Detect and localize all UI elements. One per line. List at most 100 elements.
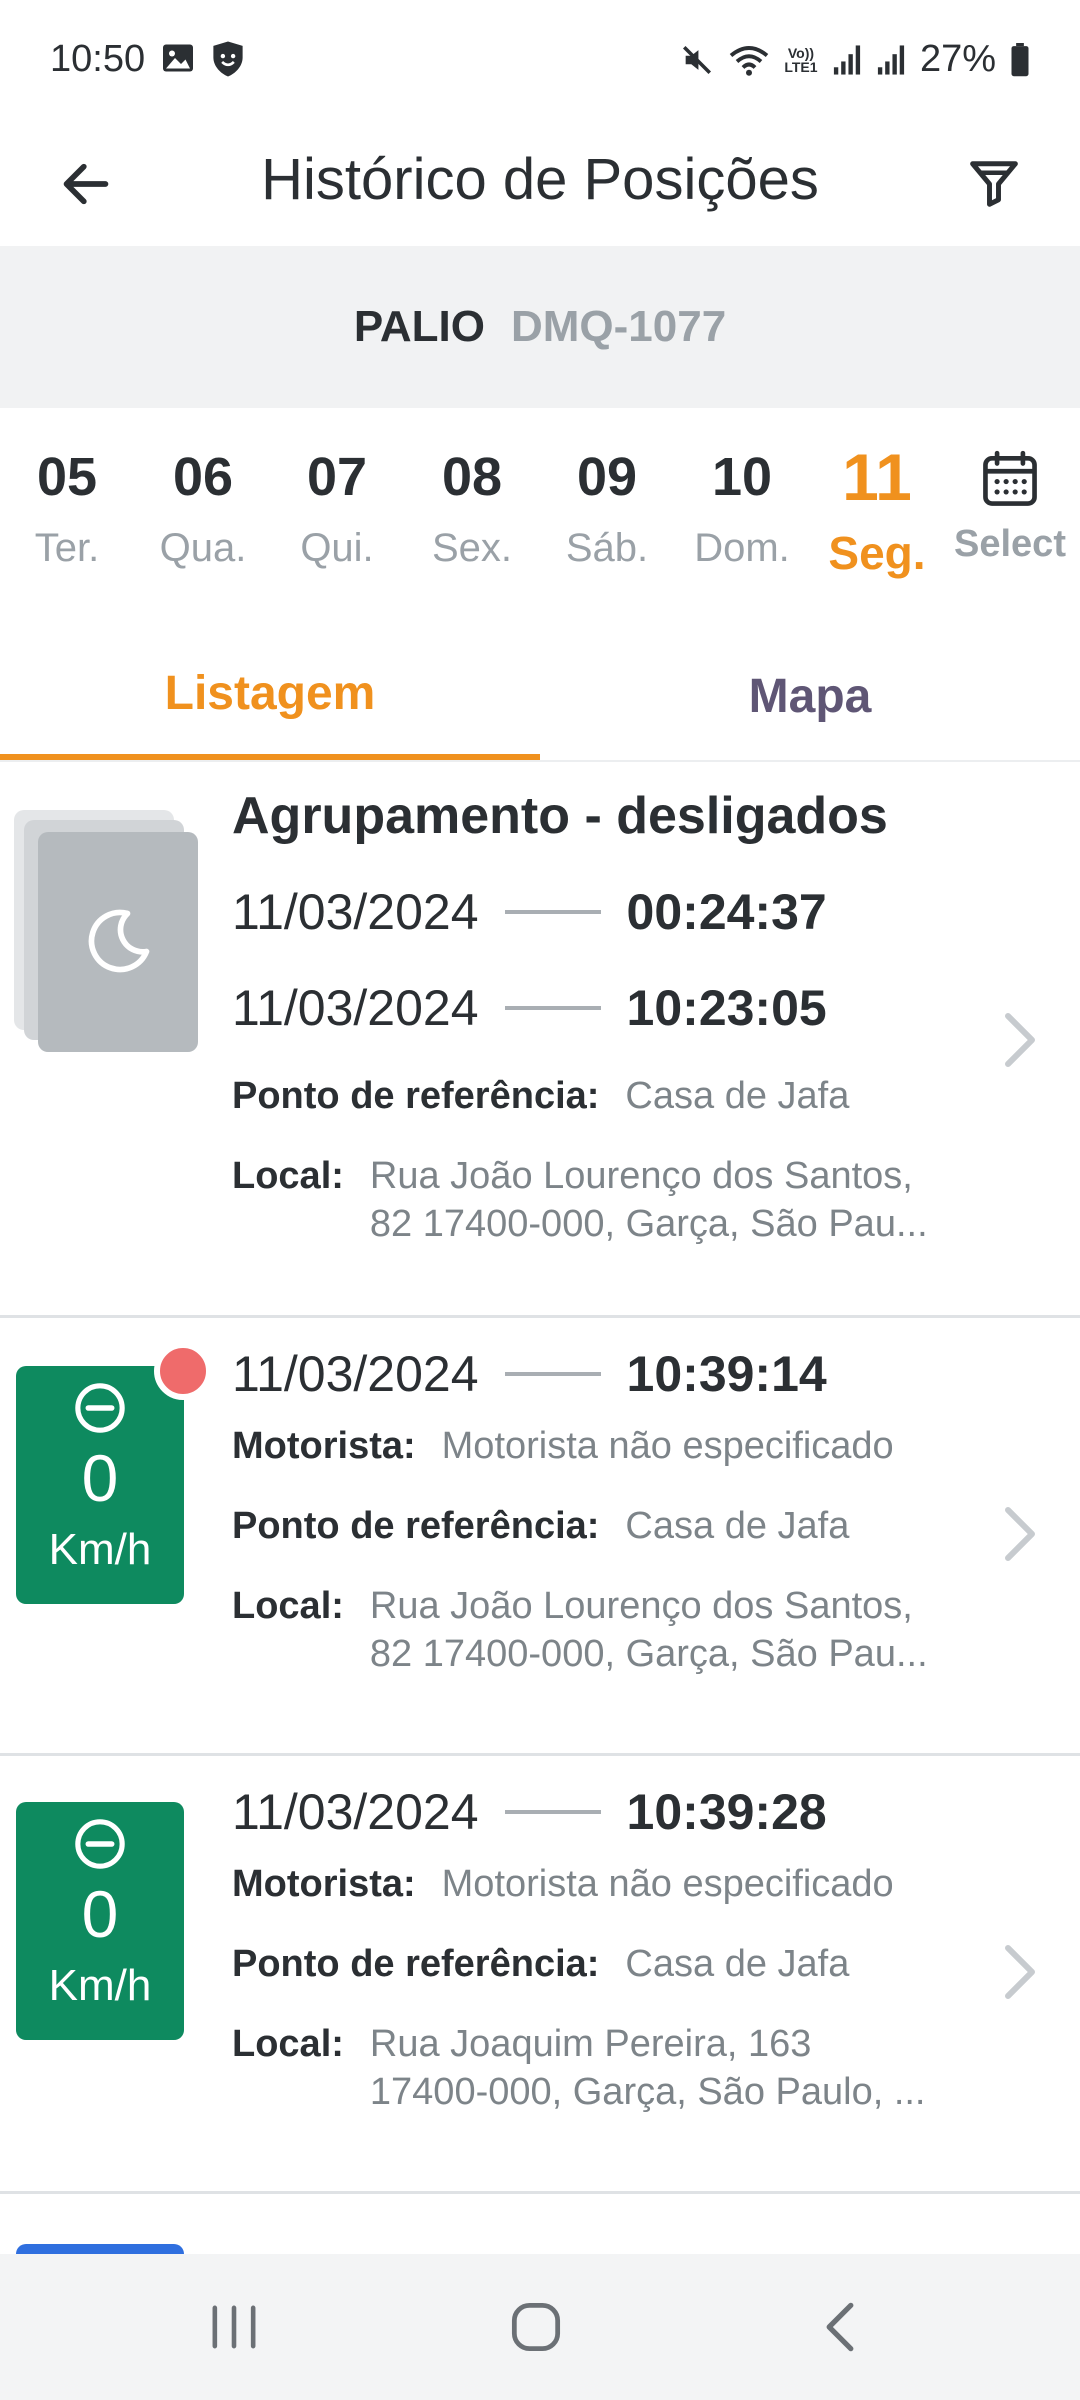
battery-icon [1011, 42, 1029, 76]
start-date: 11/03/2024 [232, 884, 479, 940]
mute-icon [682, 45, 711, 74]
local-line-2: 82 17400-000, Garça, São Pau... [369, 1633, 928, 1675]
position-date: 11/03/2024 [232, 1784, 479, 1840]
minus-circle-icon [75, 1383, 125, 1433]
local-label: Local: [232, 2023, 344, 2065]
local-line-1: Rua João Lourenço dos Santos, [369, 1155, 913, 1197]
speed-unit: Km/h [48, 1525, 152, 1574]
day-06[interactable]: 06 Qua. [138, 450, 268, 571]
local-value: Rua João Lourenço dos Santos, 82 17400-0… [370, 1152, 928, 1248]
recents-icon [212, 2305, 256, 2349]
local-row: Local: Rua João Lourenço dos Santos, 82 … [232, 1152, 1000, 1248]
speed-unit: Km/h [48, 1961, 152, 2010]
reference-row: Ponto de referência: Casa de Jafa [232, 1072, 1000, 1120]
local-line-2: 17400-000, Garça, São Paulo, ... [369, 2071, 926, 2113]
view-tabs: Listagem Mapa [0, 632, 1080, 762]
day-number: 09 [576, 447, 638, 507]
status-time: 10:50 [50, 38, 146, 80]
driver-row: Motorista: Motorista não especificado [232, 1860, 1000, 1908]
home-icon [511, 2302, 561, 2352]
day-number: 10 [711, 447, 773, 507]
speed-badge: 0 Km/h [16, 1366, 184, 1604]
parked-stack-icon [14, 810, 198, 1052]
minus-circle-icon [75, 1819, 125, 1869]
day-05[interactable]: 05 Ter. [2, 450, 132, 571]
end-time: 10:23:05 [626, 980, 827, 1036]
nav-back-button[interactable] [740, 2254, 940, 2400]
select-date-button[interactable]: Select [940, 448, 1080, 566]
chevron-right-icon [1005, 1945, 1035, 1999]
date-divider [504, 1810, 601, 1814]
signal-icon-2 [877, 44, 905, 75]
group-start: 11/03/2024 00:24:37 [232, 864, 1000, 960]
list-item-group[interactable]: Agrupamento - desligados 11/03/2024 00:2… [0, 762, 1080, 1318]
day-weekday: Sex. [431, 526, 513, 570]
volte-icon: Vo)) LTE1 [784, 44, 818, 75]
local-line-1: Rua João Lourenço dos Santos, [369, 1585, 913, 1627]
group-end: 11/03/2024 10:23:05 [232, 960, 1000, 1056]
day-number: 06 [172, 447, 234, 507]
driver-label: Motorista: [232, 1863, 416, 1905]
position-time: 10:39:14 [626, 1346, 827, 1402]
chevron-right-icon [1005, 1507, 1035, 1561]
tab-mapa[interactable]: Mapa [540, 632, 1080, 760]
system-nav-bar [0, 2254, 1080, 2400]
position-datetime: 11/03/2024 10:39:14 [232, 1326, 1000, 1422]
local-row: Local: Rua Joaquim Pereira, 163 17400-00… [232, 2020, 1000, 2116]
driver-label: Motorista: [232, 1425, 416, 1467]
driver-value: Motorista não especificado [441, 1863, 894, 1905]
app-bar: Histórico de Posições [0, 120, 1080, 246]
day-weekday: Qua. [159, 526, 247, 570]
tab-listagem[interactable]: Listagem [0, 632, 540, 760]
driver-value: Motorista não especificado [441, 1425, 894, 1467]
day-08[interactable]: 08 Sex. [407, 450, 537, 571]
vehicle-name: PALIO [353, 302, 485, 351]
day-11-selected[interactable]: 11 Seg. [812, 444, 942, 580]
date-divider [504, 910, 601, 914]
local-label: Local: [232, 1585, 344, 1627]
chevron-right-icon [1005, 1013, 1035, 1067]
reference-row: Ponto de referência: Casa de Jafa [232, 1940, 1000, 1988]
start-time: 00:24:37 [626, 884, 827, 940]
day-number: 07 [306, 447, 368, 507]
day-09[interactable]: 09 Sáb. [542, 450, 672, 571]
page-title: Histórico de Posições [261, 147, 819, 212]
reference-value: Casa de Jafa [625, 1505, 850, 1547]
date-divider [504, 1372, 601, 1376]
filter-icon [970, 161, 1018, 207]
home-button[interactable] [436, 2254, 636, 2400]
list-item-position[interactable]: 0 Km/h 11/03/2024 10:39:28 Motorista: Mo… [0, 1756, 1080, 2194]
day-number: 08 [441, 447, 503, 507]
signal-icon [833, 44, 861, 75]
filter-button[interactable] [944, 134, 1044, 234]
reference-value: Casa de Jafa [625, 1943, 850, 1985]
speed-value: 0 [81, 1877, 119, 1951]
driver-row: Motorista: Motorista não especificado [232, 1422, 1000, 1470]
local-row: Local: Rua João Lourenço dos Santos, 82 … [232, 1582, 1000, 1678]
day-weekday: Dom. [694, 526, 790, 570]
day-weekday: Sáb. [565, 526, 649, 570]
day-weekday: Seg. [828, 527, 926, 579]
reference-row: Ponto de referência: Casa de Jafa [232, 1502, 1000, 1550]
reference-label: Ponto de referência: [232, 1943, 600, 1985]
recents-button[interactable] [134, 2254, 334, 2400]
date-strip: 05 Ter. 06 Qua. 07 Qui. 08 Sex. 09 Sáb. … [0, 430, 1080, 610]
day-07[interactable]: 07 Qui. [272, 450, 402, 571]
local-line-1: Rua Joaquim Pereira, 163 [369, 2023, 812, 2065]
reference-label: Ponto de referência: [232, 1505, 600, 1547]
day-number: 11 [842, 440, 912, 514]
day-weekday: Ter. [34, 526, 100, 570]
day-number: 05 [36, 447, 98, 507]
day-weekday: Qui. [300, 526, 374, 570]
day-10[interactable]: 10 Dom. [677, 450, 807, 571]
moon-icon [88, 909, 150, 973]
list-item-position[interactable]: 0 Km/h 11/03/2024 10:39:14 Motorista: Mo… [0, 1318, 1080, 1756]
select-date-label: Select [954, 523, 1066, 565]
local-label: Local: [232, 1155, 344, 1197]
local-value: Rua Joaquim Pereira, 163 17400-000, Garç… [370, 2020, 926, 2116]
back-chevron-icon [826, 2302, 854, 2352]
battery-percent: 27% [919, 38, 996, 80]
vehicle-plate: DMQ-1077 [511, 302, 727, 351]
vehicle-banner: PALIO DMQ-1077 [0, 246, 1080, 408]
speed-value: 0 [81, 1441, 119, 1515]
